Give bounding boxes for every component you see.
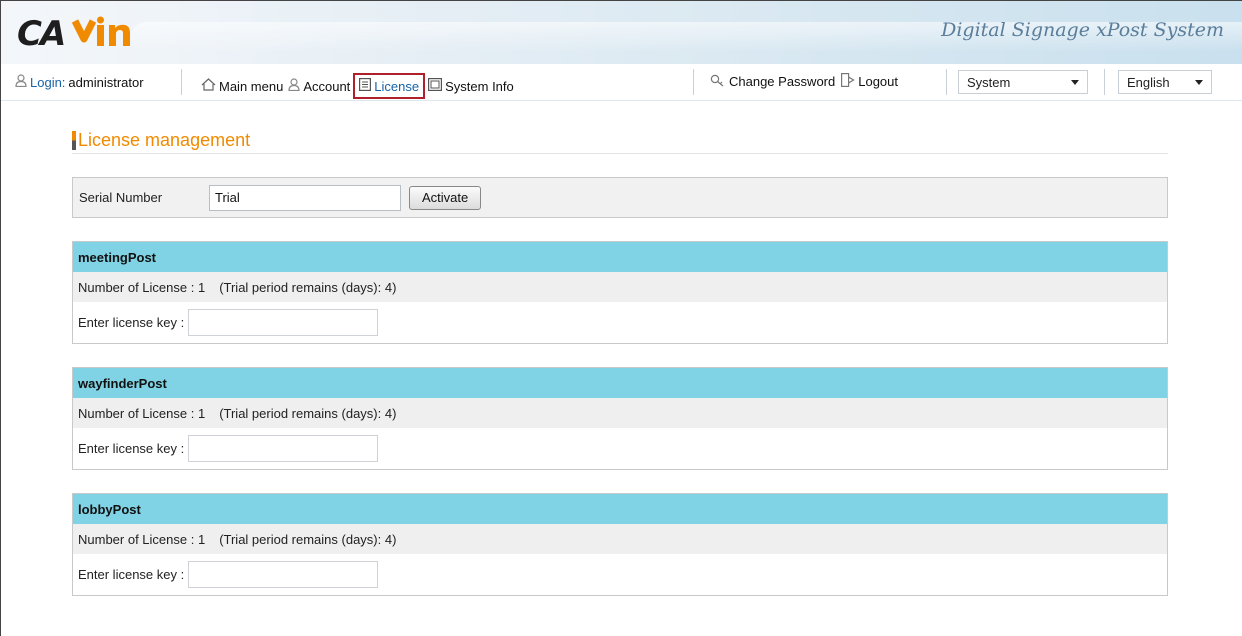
account-label: Account xyxy=(303,78,351,94)
login-status: Login: administrator xyxy=(15,74,144,90)
license-info-row: Number of License : 1 (Trial period rema… xyxy=(73,524,1167,554)
nav-divider xyxy=(693,69,694,95)
license-section-lobbypost: lobbyPost Number of License : 1 (Trial p… xyxy=(72,493,1168,596)
key-icon xyxy=(710,74,726,90)
license-count: Number of License : 1 xyxy=(78,531,206,547)
license-key-row: Enter license key : xyxy=(73,428,1167,469)
license-key-row: Enter license key : xyxy=(73,554,1167,595)
language-select-value: English xyxy=(1127,74,1170,90)
serial-number-input[interactable] xyxy=(209,184,401,211)
chevron-down-icon xyxy=(1195,79,1203,85)
top-nav: Login: administrator Main menu Account L… xyxy=(1,64,1242,101)
logout-icon xyxy=(841,73,855,90)
system-select-value: System xyxy=(967,74,1011,90)
nav-divider xyxy=(946,69,947,95)
system-info-link[interactable]: System Info xyxy=(428,78,514,94)
section-header: wayfinderPost xyxy=(73,368,1167,398)
system-select[interactable]: System xyxy=(958,70,1088,94)
cayin-logo[interactable]: CA xyxy=(17,14,137,57)
license-info-row: Number of License : 1 (Trial period rema… xyxy=(73,272,1167,302)
svg-text:CA: CA xyxy=(17,15,64,51)
license-section-meetingpost: meetingPost Number of License : 1 (Trial… xyxy=(72,241,1168,344)
brand-title: Digital Signage xPost System xyxy=(941,19,1224,41)
license-count: Number of License : 1 xyxy=(78,405,206,421)
main-menu-link[interactable]: Main menu xyxy=(201,78,283,94)
chevron-down-icon xyxy=(1071,79,1079,85)
login-label: Login: xyxy=(30,74,66,90)
nav-right: Change Password Logout xyxy=(710,73,898,90)
app-header: CA Digital Signage xPost System xyxy=(1,1,1242,64)
license-section-wayfinderpost: wayfinderPost Number of License : 1 (Tri… xyxy=(72,367,1168,470)
serial-number-row: Serial Number Activate xyxy=(72,177,1168,218)
account-icon xyxy=(288,78,300,94)
title-marker xyxy=(72,131,76,150)
main-menu-label: Main menu xyxy=(219,78,284,94)
language-select[interactable]: English xyxy=(1118,70,1212,94)
section-header: meetingPost xyxy=(73,242,1167,272)
license-key-label: Enter license key : xyxy=(78,315,185,330)
change-password-label: Change Password xyxy=(729,74,836,89)
change-password-link[interactable]: Change Password xyxy=(710,74,835,90)
license-key-label: Enter license key : xyxy=(78,567,185,582)
license-icon xyxy=(359,78,372,94)
login-username: administrator xyxy=(68,74,144,90)
logout-label: Logout xyxy=(858,74,898,89)
section-header: lobbyPost xyxy=(73,494,1167,524)
license-key-input[interactable] xyxy=(188,435,379,462)
trial-remaining: (Trial period remains (days): 4) xyxy=(219,279,397,295)
license-key-input[interactable] xyxy=(188,561,379,588)
cayin-logo-icon: CA xyxy=(17,14,130,54)
page-title-text: License management xyxy=(78,130,251,150)
user-icon xyxy=(15,74,27,90)
trial-remaining: (Trial period remains (days): 4) xyxy=(219,405,397,421)
account-link[interactable]: Account xyxy=(288,78,350,94)
license-count: Number of License : 1 xyxy=(78,279,206,295)
license-key-input[interactable] xyxy=(188,309,379,336)
system-info-label: System Info xyxy=(445,78,514,94)
serial-number-label: Serial Number xyxy=(79,190,163,205)
license-key-label: Enter license key : xyxy=(78,441,185,456)
monitor-icon xyxy=(428,78,443,94)
license-info-row: Number of License : 1 (Trial period rema… xyxy=(73,398,1167,428)
nav-divider xyxy=(181,69,182,95)
nav-menu: Main menu Account License System Info xyxy=(201,73,519,99)
logout-link[interactable]: Logout xyxy=(841,73,898,90)
home-icon xyxy=(201,78,216,94)
nav-divider xyxy=(1104,69,1105,95)
license-key-row: Enter license key : xyxy=(73,302,1167,343)
license-label: License xyxy=(374,78,420,94)
activate-button[interactable]: Activate xyxy=(409,185,482,210)
trial-remaining: (Trial period remains (days): 4) xyxy=(219,531,397,547)
license-link[interactable]: License xyxy=(353,73,426,99)
page-title: License management xyxy=(72,128,1168,154)
